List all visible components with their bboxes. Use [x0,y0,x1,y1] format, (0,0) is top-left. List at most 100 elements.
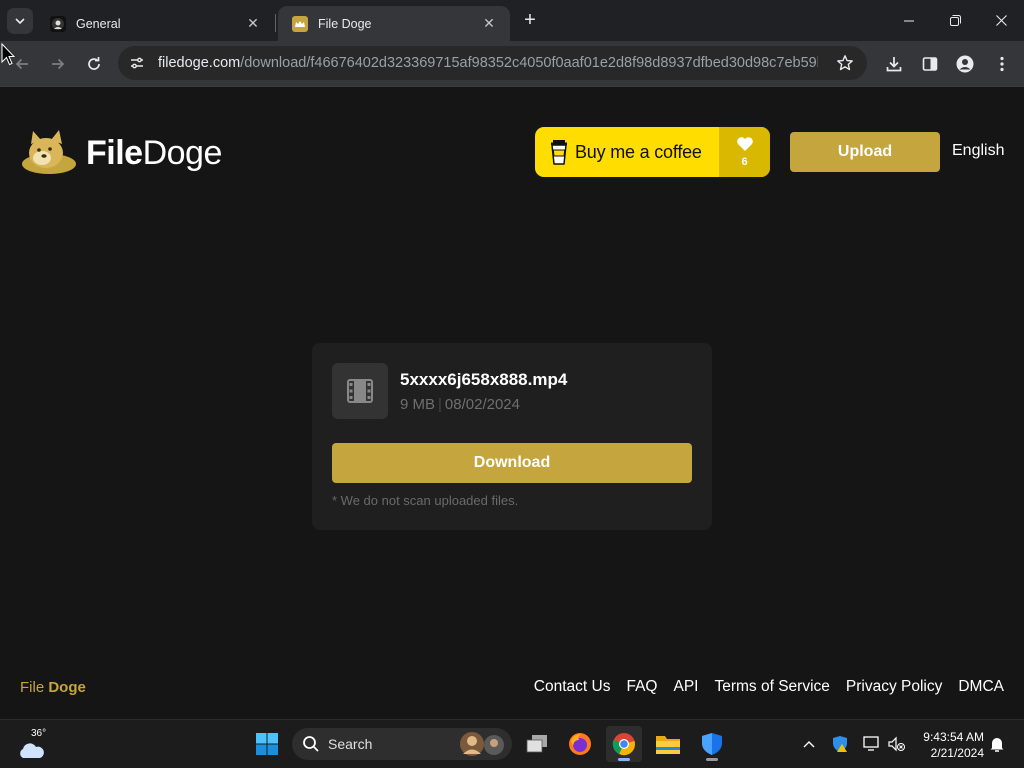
file-card: 5xxxx6j658x888.mp4 9 MB | 08/02/2024 Downl… [312,343,712,530]
notification-bell-icon [990,738,1004,752]
footer-link-contact[interactable]: Contact Us [534,678,611,696]
address-bar[interactable]: filedoge.com/download/f46676402d32336971… [118,46,867,80]
side-panel-button[interactable] [916,50,944,78]
mouse-cursor-icon [1,43,15,66]
footer-brand[interactable]: File Doge [20,679,86,696]
muted-speaker-icon [888,736,905,752]
clock-date: 2/21/2024 [930,746,984,760]
window-controls [886,0,1024,40]
close-window-icon[interactable] [978,0,1024,40]
file-type-badge [332,363,388,419]
kebab-menu-icon [1000,56,1004,72]
footer-link-terms[interactable]: Terms of Service [714,678,829,696]
chevron-up-icon [803,741,815,748]
task-view-button[interactable] [519,726,555,762]
new-tab-button[interactable]: + [519,9,541,31]
file-explorer-button[interactable] [650,726,686,762]
download-button[interactable]: Download [332,443,692,483]
volume-tray-icon[interactable] [886,732,908,756]
language-selector[interactable]: English [952,142,1004,160]
footer-link-api[interactable]: API [673,678,698,696]
buy-me-a-coffee-button[interactable]: Buy me a coffee 6 [535,127,770,177]
defender-taskbar-button[interactable] [694,726,730,762]
start-button[interactable] [249,726,285,762]
forward-arrow-icon [52,58,65,70]
footer-brand-file: File [20,679,45,696]
temperature: 36° [31,728,47,739]
file-size: 9 MB [400,396,436,413]
system-clock[interactable]: 9:43:54 AM 2/21/2024 [918,729,984,761]
search-highlight-icon [460,732,504,756]
browser-toolbar: filedoge.com/download/f46676402d32336971… [0,41,1024,86]
windows-taskbar: 36° Search 9:43:54 AM 2/21/2024 [0,719,1024,768]
bookmark-star-icon[interactable] [835,53,855,73]
filedoge-page: FileDoge Buy me a coffee 6 Upload Englis… [0,87,1024,719]
profile-icon [956,55,974,73]
chrome-taskbar-button[interactable] [606,726,642,762]
tab-search-button[interactable] [7,8,33,34]
footer-link-faq[interactable]: FAQ [626,678,657,696]
coffee-cup-icon [551,140,567,165]
reload-icon [88,57,100,70]
file-name: 5xxxx6j658x888.mp4 [400,370,568,389]
taskbar-search[interactable]: Search [292,728,512,760]
notifications-button[interactable] [986,732,1008,756]
security-tray-icon[interactable] [829,732,851,756]
windows-start-icon [256,733,278,755]
cloud-icon [20,743,44,758]
side-panel-icon [922,57,938,71]
forward-button[interactable] [44,50,72,78]
minimize-icon[interactable] [886,0,932,40]
heart-icon [736,137,753,151]
file-explorer-icon [656,736,680,754]
reload-button[interactable] [80,50,108,78]
meta-separator: | [438,396,442,413]
supporter-count: 6 [741,156,748,168]
app-running-indicator [706,758,718,761]
coffee-label: Buy me a coffee [575,141,702,162]
doge-logo-icon [22,130,76,174]
defender-warning-icon [833,736,847,752]
task-view-icon [526,735,547,753]
file-meta: 9 MB | 08/02/2024 [400,396,520,413]
firefox-icon [569,733,591,755]
active-app-indicator [618,758,630,761]
video-file-icon [347,379,373,403]
file-doge-favicon-icon [292,15,308,32]
browser-menu-button[interactable] [988,50,1016,78]
downloads-button[interactable] [880,50,908,78]
url-path: /download/f46676402d323369715af98352c405… [240,55,818,71]
tab-general[interactable]: General ✕ [36,6,274,41]
tab-title: File Doge [318,16,372,31]
tab-file-doge[interactable]: File Doge ✕ [278,6,510,41]
show-hidden-icons[interactable] [798,732,820,756]
footer-link-privacy[interactable]: Privacy Policy [846,678,942,696]
weather-widget[interactable]: 36° [16,728,52,760]
footer-link-dmca[interactable]: DMCA [958,678,1004,696]
coffee-supporters: 6 [719,127,770,177]
tab-divider [275,14,276,32]
close-tab-icon[interactable]: ✕ [480,15,498,33]
site-info-icon[interactable] [124,50,150,76]
restore-icon[interactable] [932,0,978,40]
scan-disclaimer: * We do not scan uploaded files. [332,493,519,508]
profile-button[interactable] [951,50,979,78]
close-tab-icon[interactable]: ✕ [244,15,262,33]
clock-time: 9:43:54 AM [923,730,984,744]
file-date: 08/02/2024 [444,396,520,413]
chrome-icon [612,733,635,756]
general-favicon-icon [50,15,66,32]
network-tray-icon[interactable] [861,732,883,756]
network-icon [863,736,879,751]
search-icon [303,736,319,752]
chevron-down-icon [15,18,25,25]
firefox-taskbar-button[interactable] [562,726,598,762]
download-icon [886,57,902,72]
filedoge-logo[interactable]: FileDoge [20,130,222,176]
upload-button[interactable]: Upload [790,132,940,172]
search-label: Search [328,736,373,752]
tab-title: General [76,16,121,31]
logo-text-thin: Doge [142,133,223,172]
logo-text-bold: File [86,133,143,172]
defender-icon [702,733,722,755]
